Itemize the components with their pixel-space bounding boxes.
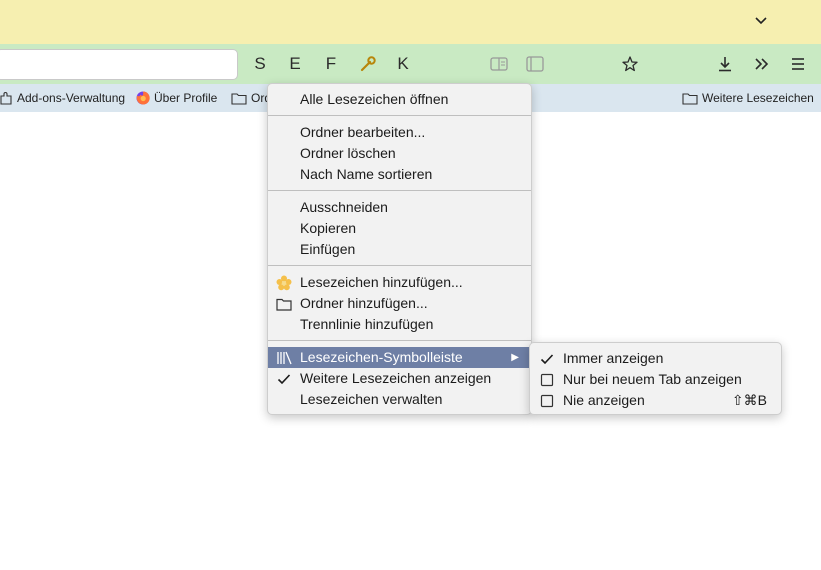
firefox-icon — [136, 91, 150, 105]
bookmark-addons[interactable]: Add-ons-Verwaltung — [0, 89, 125, 107]
menu-item-cut-label: Ausschneiden — [300, 199, 388, 215]
toolbar-button-s[interactable]: S — [246, 50, 274, 78]
submenu-item-new-tab-only-label: Nur bei neuem Tab anzeigen — [563, 371, 742, 387]
menu-item-delete-folder-label: Ordner löschen — [300, 145, 396, 161]
menu-separator — [268, 190, 531, 191]
bookmarks-toolbar-submenu: Immer anzeigen Nur bei neuem Tab anzeige… — [529, 342, 782, 415]
flower-icon — [276, 275, 292, 291]
toolbar-button-s-label: S — [254, 54, 266, 73]
toolbar-button-k-label: K — [397, 54, 409, 73]
menu-item-add-folder[interactable]: Ordner hinzufügen... — [268, 293, 531, 314]
menu-item-show-other-bookmarks-label: Weitere Lesezeichen anzeigen — [300, 370, 492, 386]
bookmark-about-profiles-label: Über Profile — [154, 91, 218, 105]
double-chevron-right-icon — [755, 58, 769, 70]
submenu-item-always-show[interactable]: Immer anzeigen — [530, 348, 781, 369]
extensions-button[interactable] — [616, 50, 644, 78]
toolbar-button-e-label: E — [289, 54, 301, 73]
menu-item-show-other-bookmarks[interactable]: Weitere Lesezeichen anzeigen — [268, 368, 531, 389]
other-bookmarks[interactable]: Weitere Lesezeichen — [682, 89, 814, 107]
bookmark-about-profiles[interactable]: Über Profile — [136, 89, 217, 107]
reader-view-button[interactable] — [485, 50, 513, 78]
url-bar[interactable] — [0, 49, 238, 80]
menu-item-add-separator[interactable]: Trennlinie hinzufügen — [268, 314, 531, 335]
menu-separator — [268, 115, 531, 116]
menu-item-add-bookmark-label: Lesezeichen hinzufügen... — [300, 274, 463, 290]
menu-item-delete-folder[interactable]: Ordner löschen — [268, 143, 531, 164]
menu-item-edit-folder[interactable]: Ordner bearbeiten... — [268, 122, 531, 143]
menu-item-sort-by-name[interactable]: Nach Name sortieren — [268, 164, 531, 185]
reader-view-icon — [490, 57, 508, 71]
keyboard-shortcut: ⇧⌘B — [731, 392, 767, 408]
menu-item-paste-label: Einfügen — [300, 241, 356, 257]
overflow-button[interactable] — [747, 50, 775, 78]
menu-item-open-all[interactable]: Alle Lesezeichen öffnen — [268, 89, 531, 110]
sidebar-icon — [526, 56, 544, 72]
menu-item-copy-label: Kopieren — [300, 220, 357, 236]
hamburger-menu-icon — [792, 58, 804, 70]
bookmark-addons-label: Add-ons-Verwaltung — [17, 91, 126, 105]
toolbar-button-k[interactable]: K — [389, 50, 417, 78]
wrench-icon — [360, 56, 376, 72]
menu-item-copy[interactable]: Kopieren — [268, 218, 531, 239]
checkbox-icon — [539, 393, 555, 409]
menu-item-bookmarks-toolbar[interactable]: Lesezeichen-Symbolleiste ▶ — [268, 347, 531, 368]
menu-item-add-folder-label: Ordner hinzufügen... — [300, 295, 428, 311]
menu-item-manage-bookmarks-label: Lesezeichen verwalten — [300, 391, 443, 407]
toolbar-button-f[interactable]: F — [317, 50, 345, 78]
menu-item-add-separator-label: Trennlinie hinzufügen — [300, 316, 434, 332]
folder-icon — [231, 92, 247, 105]
downloads-button[interactable] — [711, 50, 739, 78]
chevron-down-icon[interactable] — [751, 11, 771, 31]
submenu-item-always-show-label: Immer anzeigen — [563, 350, 664, 366]
bookmark-context-menu: Alle Lesezeichen öffnen Ordner bearbeite… — [267, 83, 532, 415]
submenu-item-never-show[interactable]: Nie anzeigen ⇧⌘B — [530, 390, 781, 411]
other-bookmarks-label: Weitere Lesezeichen — [702, 91, 814, 105]
menu-item-manage-bookmarks[interactable]: Lesezeichen verwalten — [268, 389, 531, 410]
checkmark-icon — [276, 371, 292, 387]
library-icon — [276, 350, 292, 366]
submenu-item-never-show-label: Nie anzeigen — [563, 392, 645, 408]
download-icon — [719, 57, 731, 72]
sidebar-button[interactable] — [521, 50, 549, 78]
folder-icon — [682, 92, 698, 105]
menu-item-open-all-label: Alle Lesezeichen öffnen — [300, 91, 449, 107]
wrench-button[interactable] — [354, 50, 382, 78]
submenu-arrow-icon: ▶ — [511, 352, 519, 363]
checkbox-icon — [539, 372, 555, 388]
toolbar-button-e[interactable]: E — [281, 50, 309, 78]
menu-item-bookmarks-toolbar-label: Lesezeichen-Symbolleiste — [300, 349, 463, 365]
navigation-toolbar: S E F K — [0, 44, 821, 84]
menu-item-add-bookmark[interactable]: Lesezeichen hinzufügen... — [268, 272, 531, 293]
menu-item-cut[interactable]: Ausschneiden — [268, 197, 531, 218]
title-bar — [0, 0, 821, 44]
app-menu-button[interactable] — [784, 50, 812, 78]
star-bookmark-icon — [622, 56, 638, 72]
submenu-item-new-tab-only[interactable]: Nur bei neuem Tab anzeigen — [530, 369, 781, 390]
folder-icon — [276, 296, 292, 312]
toolbar-button-f-label: F — [325, 54, 337, 73]
bookmark-folder[interactable]: Ord — [231, 89, 271, 107]
checkmark-icon — [539, 351, 555, 367]
menu-separator — [268, 340, 531, 341]
puzzle-icon — [0, 92, 12, 105]
menu-item-edit-folder-label: Ordner bearbeiten... — [300, 124, 426, 140]
menu-separator — [268, 265, 531, 266]
menu-item-sort-by-name-label: Nach Name sortieren — [300, 166, 433, 182]
menu-item-paste[interactable]: Einfügen — [268, 239, 531, 260]
